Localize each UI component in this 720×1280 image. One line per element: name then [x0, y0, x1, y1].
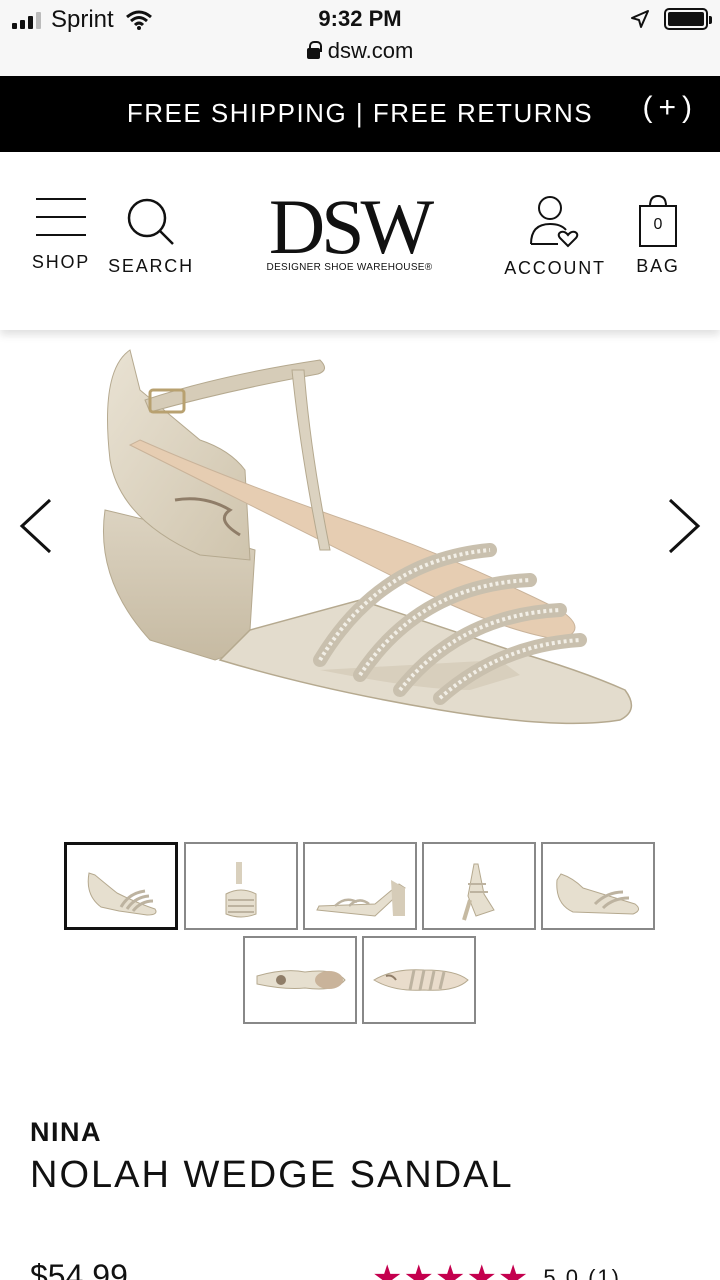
- status-bar: Sprint 9:32 PM dsw.com: [0, 0, 720, 76]
- rating-text: 5.0 (1): [543, 1265, 621, 1280]
- thumbnail-2[interactable]: [184, 842, 298, 930]
- bag-count: 0: [653, 216, 663, 233]
- product-brand[interactable]: NINA: [30, 1117, 102, 1148]
- hamburger-icon: [36, 198, 86, 238]
- account-label: ACCOUNT: [504, 258, 606, 278]
- next-image-arrow-icon[interactable]: [664, 496, 704, 556]
- location-arrow-icon: [631, 10, 649, 28]
- logo-tagline: DESIGNER SHOE WAREHOUSE®: [266, 262, 433, 273]
- thumbnail-image: [256, 970, 346, 990]
- bag-icon: 0: [637, 192, 679, 248]
- address-bar[interactable]: dsw.com: [0, 38, 720, 64]
- star-rating-icon: ★★★★★: [372, 1259, 530, 1280]
- thumbnail-6[interactable]: [243, 936, 357, 1024]
- logo-text: DSW: [268, 183, 434, 270]
- promo-text: FREE SHIPPING | FREE RETURNS: [126, 98, 594, 128]
- product-rating[interactable]: ★★★★★ 5.0 (1): [372, 1258, 621, 1280]
- thumbnail-1[interactable]: [64, 842, 178, 930]
- search-button[interactable]: SEARCH: [108, 192, 194, 277]
- thumbnail-4[interactable]: [422, 842, 536, 930]
- product-image: [102, 349, 633, 725]
- url-text: dsw.com: [327, 38, 414, 63]
- bag-label: BAG: [636, 256, 680, 276]
- product-name: NOLAH WEDGE SANDAL: [30, 1154, 514, 1196]
- shop-label: SHOP: [31, 252, 91, 272]
- bag-button[interactable]: 0 BAG: [630, 192, 686, 277]
- search-icon: [127, 198, 174, 245]
- thumbnail-image: [225, 862, 257, 918]
- promo-banner[interactable]: FREE SHIPPING | FREE RETURNS (+): [0, 76, 720, 152]
- product-image-carousel[interactable]: [0, 330, 720, 810]
- thumbnail-image: [556, 873, 639, 915]
- product-price: $54.99: [30, 1258, 128, 1280]
- clock: 9:32 PM: [318, 6, 402, 31]
- search-label: SEARCH: [108, 256, 194, 276]
- thumbnail-3[interactable]: [303, 842, 417, 930]
- dsw-logo[interactable]: DSW DESIGNER SHOE WAREHOUSE®: [257, 183, 442, 274]
- status-right: [630, 8, 712, 30]
- site-header: SHOP SEARCH DSW DESIGNER SHOE WAREHOUSE®…: [0, 152, 720, 330]
- lock-icon: [306, 41, 322, 59]
- thumbnail-image: [87, 872, 157, 916]
- previous-image-arrow-icon[interactable]: [16, 496, 56, 556]
- promo-expand-button[interactable]: (+): [643, 91, 699, 125]
- thumbnail-7[interactable]: [362, 936, 476, 1024]
- account-button[interactable]: ACCOUNT: [500, 192, 610, 279]
- thumbnail-image: [462, 863, 495, 921]
- thumbnail-image: [373, 969, 469, 991]
- account-icon: [530, 196, 579, 248]
- battery-icon: [664, 8, 712, 30]
- shop-menu-button[interactable]: SHOP: [30, 192, 92, 273]
- thumbnail-5[interactable]: [541, 842, 655, 930]
- thumbnail-image: [316, 880, 406, 917]
